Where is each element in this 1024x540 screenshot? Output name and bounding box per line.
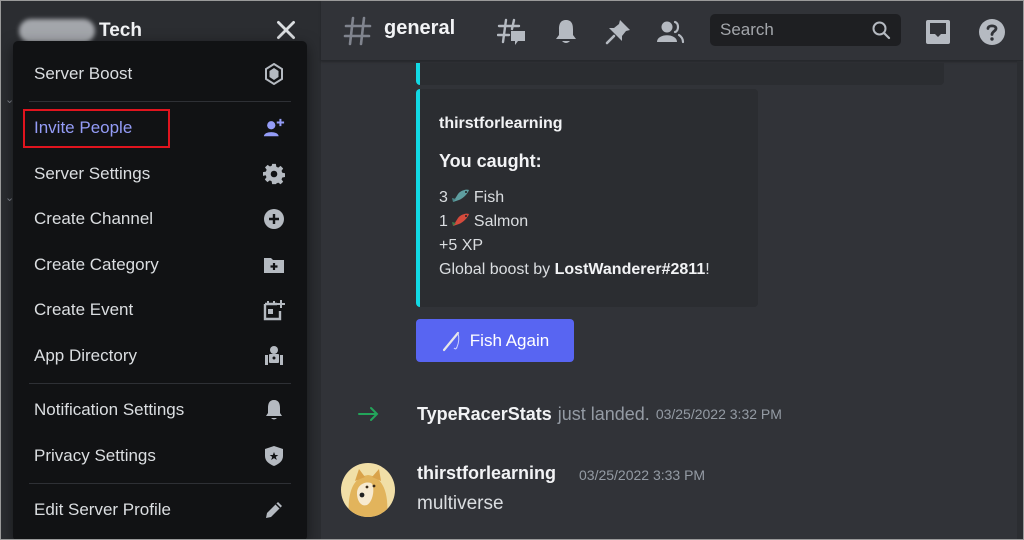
message-author[interactable]: thirstforlearning: [417, 463, 556, 484]
server-dropdown-menu: Server Boost Invite People Server Settin…: [13, 41, 307, 539]
folder-plus-icon: [263, 254, 285, 276]
server-name-redacted: [19, 19, 95, 43]
menu-item-label: Server Boost: [34, 63, 133, 83]
join-timestamp: 03/25/2022 3:32 PM: [655, 406, 782, 422]
help-icon[interactable]: [977, 17, 1007, 47]
menu-item-privacy-settings[interactable]: Privacy Settings: [21, 433, 299, 479]
join-message: TypeRacerStats just landed. 03/25/2022 3…: [357, 401, 782, 427]
chat-message: thirstforlearning 03/25/2022 3:33 PM mul…: [341, 463, 1001, 523]
menu-item-notification-settings[interactable]: Notification Settings: [21, 388, 299, 434]
menu-item-server-boost[interactable]: Server Boost: [21, 51, 299, 97]
previous-embed: [416, 63, 944, 85]
embed-author: thirstforlearning: [439, 115, 563, 132]
fishing-pole-icon: [442, 331, 460, 351]
avatar[interactable]: [341, 463, 395, 517]
menu-item-label: Invite People: [34, 118, 133, 138]
plus-circle-icon: [263, 208, 285, 230]
chat-area: general Search thirstforlearning You cau…: [321, 1, 1023, 539]
join-text: just landed.: [557, 403, 650, 424]
menu-item-label: Privacy Settings: [34, 445, 156, 465]
menu-item-label: Create Channel: [34, 209, 154, 229]
fishing-embed: thirstforlearning You caught: 3 Fish 1 Sal…: [416, 89, 758, 307]
catch-line-salmon: 1 Salmon: [439, 213, 529, 230]
menu-item-create-event[interactable]: Create Event: [21, 288, 299, 334]
menu-item-label: Create Event: [34, 300, 134, 320]
menu-item-label: Server Settings: [34, 163, 151, 183]
menu-item-create-category[interactable]: Create Category: [21, 242, 299, 288]
menu-item-create-channel[interactable]: Create Channel: [21, 197, 299, 243]
gear-icon: [263, 163, 285, 185]
catch-line-fish: 3 Fish: [439, 189, 505, 206]
discord-window: Tech ⌄ ⌄ Server Boost Invite People Serv…: [0, 0, 1024, 540]
menu-item-edit-server-profile[interactable]: Edit Server Profile: [21, 488, 299, 534]
pencil-icon: [263, 499, 285, 521]
boost-gem-icon: [263, 62, 285, 85]
bell-icon: [263, 399, 285, 421]
channel-name: general: [384, 17, 456, 39]
add-user-icon: [263, 117, 285, 139]
fish-again-button[interactable]: Fish Again: [416, 319, 574, 362]
fish-emoji-icon: [451, 189, 469, 202]
scrollbar-track[interactable]: [1017, 61, 1023, 539]
doge-avatar-image: [341, 463, 395, 517]
join-arrow-icon: [358, 407, 379, 421]
search-icon: [872, 21, 891, 40]
menu-divider: [29, 382, 291, 384]
fish-again-label: Fish Again: [469, 330, 550, 350]
join-username[interactable]: TypeRacerStats: [417, 404, 552, 425]
pinned-messages-icon[interactable]: [603, 17, 633, 47]
channel-header: general: [321, 1, 1023, 61]
embed-title: You caught:: [439, 151, 542, 171]
menu-item-invite-people[interactable]: Invite People: [21, 106, 299, 152]
robot-icon: [263, 345, 285, 367]
message-timestamp: 03/25/2022 3:33 PM: [579, 467, 706, 483]
menu-item-app-directory[interactable]: App Directory: [21, 333, 299, 379]
shield-star-icon: [263, 445, 285, 467]
message-body: multiverse: [417, 493, 504, 514]
search-box[interactable]: [710, 14, 901, 46]
server-sidebar: Tech ⌄ ⌄ Server Boost Invite People Serv…: [1, 1, 321, 539]
calendar-plus-icon: [263, 299, 285, 321]
menu-divider: [29, 482, 291, 484]
member-list-icon[interactable]: [655, 17, 685, 47]
menu-item-label: Edit Server Profile: [34, 500, 171, 520]
boost-user: LostWanderer#2811: [554, 261, 706, 278]
xp-line: +5 XP: [439, 237, 484, 254]
menu-item-label: App Directory: [34, 345, 137, 365]
boost-line: Global boost by LostWanderer#2811!: [439, 261, 710, 278]
inbox-icon[interactable]: [923, 17, 953, 47]
channel-hash-icon: [343, 16, 372, 46]
close-icon[interactable]: [273, 17, 299, 43]
notification-bell-icon[interactable]: [551, 17, 581, 47]
menu-item-server-settings[interactable]: Server Settings: [21, 151, 299, 197]
threads-icon[interactable]: [497, 17, 527, 47]
search-input[interactable]: [720, 20, 860, 40]
salmon-emoji-icon: [451, 213, 469, 226]
server-name: Tech: [99, 20, 142, 41]
embed-description: 3 Fish 1 Salmon +5 XP Global boost by Lost…: [439, 186, 742, 282]
menu-divider: [29, 100, 291, 102]
menu-item-label: Create Category: [34, 254, 159, 274]
menu-item-label: Notification Settings: [34, 400, 185, 420]
